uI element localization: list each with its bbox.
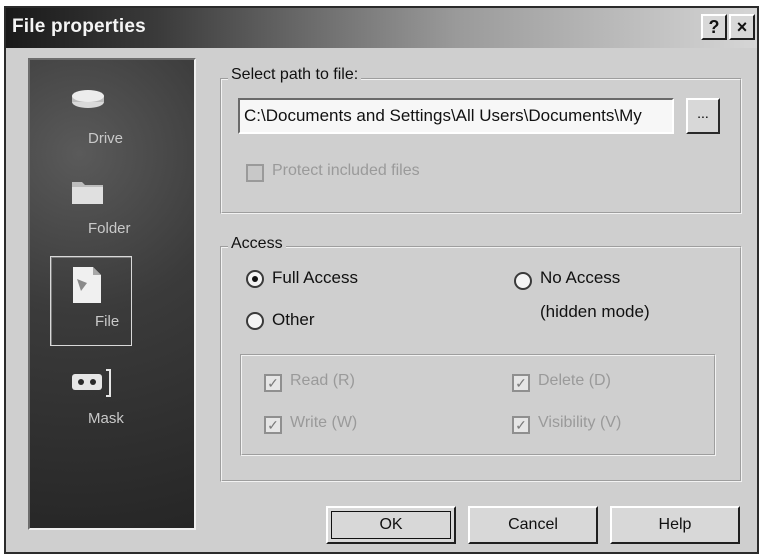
sidebar-item-file[interactable]: File (50, 256, 132, 346)
permissions-box (240, 354, 716, 456)
window-title: File properties (12, 16, 146, 37)
title-bar[interactable]: File properties ? × (6, 8, 757, 48)
write-checkbox[interactable]: ✓ (264, 416, 282, 434)
file-path-input[interactable] (238, 98, 674, 134)
protect-files-label: Protect included files (272, 162, 420, 179)
write-label: Write (W) (290, 414, 358, 431)
file-icon (73, 267, 101, 303)
read-label: Read (R) (290, 372, 355, 389)
full-access-label: Full Access (272, 268, 358, 287)
full-access-radio[interactable] (246, 270, 264, 288)
browse-button[interactable]: ... (686, 98, 720, 134)
sidebar-item-drive[interactable]: Drive (50, 80, 130, 160)
sidebar-item-label: File (95, 313, 120, 330)
delete-label: Delete (D) (538, 372, 611, 389)
other-label: Other (272, 310, 315, 329)
access-group-legend: Access (228, 235, 286, 253)
path-group-legend: Select path to file: (228, 66, 362, 84)
no-access-radio[interactable] (514, 272, 532, 290)
sidebar-item-label: Drive (88, 130, 124, 147)
visibility-label: Visibility (V) (538, 414, 622, 431)
help-title-button[interactable]: ? (701, 14, 727, 40)
read-checkbox[interactable]: ✓ (264, 374, 282, 392)
protect-files-checkbox[interactable] (246, 164, 264, 182)
sidebar-item-label: Mask (88, 410, 124, 427)
sidebar-item-mask[interactable]: Mask (50, 360, 130, 440)
close-button[interactable]: × (729, 14, 755, 40)
cancel-button[interactable]: Cancel (468, 506, 598, 544)
folder-icon (72, 182, 103, 204)
mask-icon (72, 369, 111, 397)
no-access-note: (hidden mode) (540, 302, 650, 321)
delete-checkbox[interactable]: ✓ (512, 374, 530, 392)
ok-button[interactable]: OK (326, 506, 456, 544)
sidebar-item-label: Folder (88, 220, 131, 237)
drive-icon (72, 90, 104, 108)
sidebar: Drive Folder File Mask (28, 58, 196, 530)
other-radio[interactable] (246, 312, 264, 330)
visibility-checkbox[interactable]: ✓ (512, 416, 530, 434)
help-button[interactable]: Help (610, 506, 740, 544)
no-access-label: No Access (540, 268, 621, 287)
sidebar-item-folder[interactable]: Folder (50, 168, 131, 248)
